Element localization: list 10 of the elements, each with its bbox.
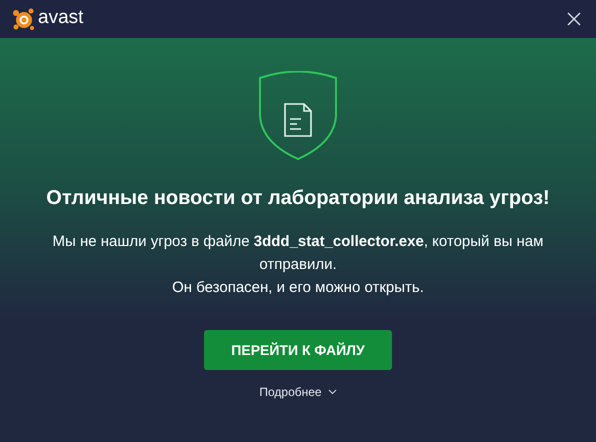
result-message: Он безопасен, и его можно открыть. bbox=[172, 278, 424, 298]
open-file-button[interactable]: ПЕРЕЙТИ К ФАЙЛУ bbox=[204, 330, 392, 370]
result-message: Мы не нашли угроз в файле 3ddd_stat_collector.exe, который вы нам отправили. bbox=[52, 232, 544, 275]
details-link[interactable]: Подробнее bbox=[259, 383, 337, 401]
close-icon bbox=[567, 12, 581, 26]
brand-name: avast bbox=[38, 8, 84, 26]
result-title: Отличные новости от лаборатории анализа угроз! bbox=[45, 186, 551, 211]
shield-document-icon bbox=[258, 71, 338, 161]
chevron-down-icon bbox=[328, 389, 337, 395]
logo-icon bbox=[12, 7, 36, 31]
